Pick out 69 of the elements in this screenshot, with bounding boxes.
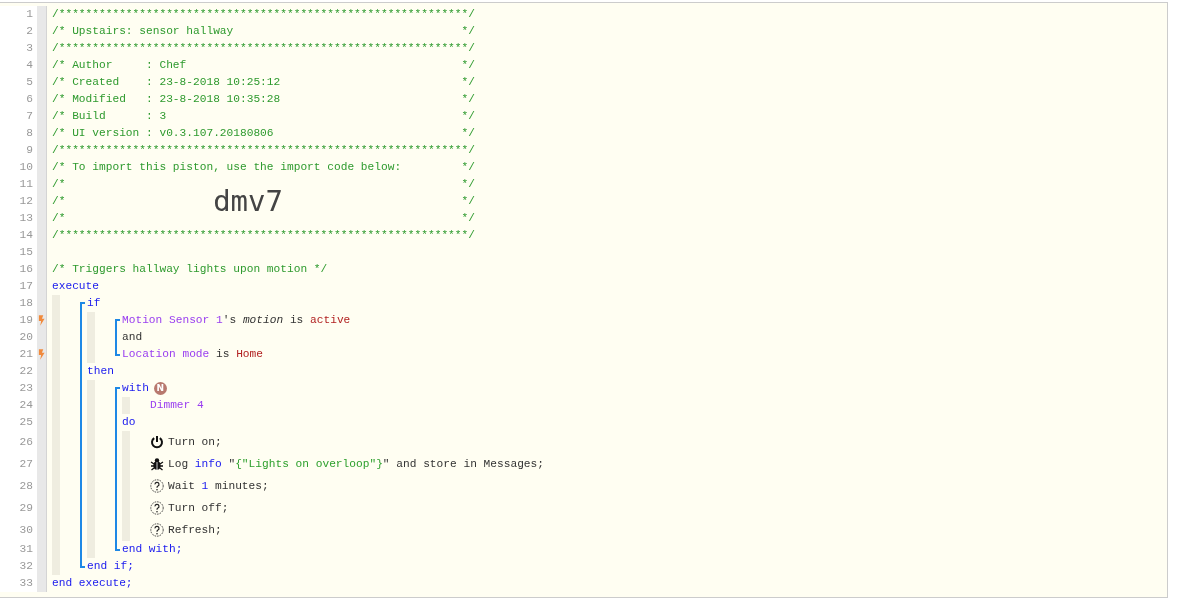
code-text: then: [87, 364, 114, 380]
code-text: end with;: [122, 542, 183, 558]
line-number: 13: [0, 210, 37, 227]
code-text: end if;: [87, 559, 134, 575]
line-number: 32: [0, 558, 37, 575]
code-text: /* Upstairs: sensor hallway */: [52, 24, 475, 40]
bug-icon: [150, 457, 164, 471]
line-number: 28: [0, 475, 37, 497]
code-text: Log info "{"Lights on overloop"}" and store in Messages;: [168, 456, 544, 472]
line-number: 10: [0, 159, 37, 176]
line-number: 8: [0, 125, 37, 142]
help-icon: [150, 479, 164, 493]
code-text: /* Build : 3 */: [52, 109, 475, 125]
line-number: 27: [0, 453, 37, 475]
line-number: 22: [0, 363, 37, 380]
code-text: Turn on;: [168, 434, 222, 450]
line-number: 26: [0, 431, 37, 453]
code-text: /* Modified : 23-8-2018 10:35:28 */: [52, 92, 475, 108]
line-number: 24: [0, 397, 37, 414]
code-text: end execute;: [52, 576, 133, 592]
code-text: Location mode is Home: [122, 347, 263, 363]
code-text: /*************************************************************/: [52, 143, 475, 159]
line-number: 6: [0, 91, 37, 108]
line-number: 20: [0, 329, 37, 346]
code-text: and: [122, 330, 143, 346]
line-number: 14: [0, 227, 37, 244]
line-number: 3: [0, 40, 37, 57]
line-number: 31: [0, 541, 37, 558]
line-number: 23: [0, 380, 37, 397]
code-text: /* Author : Chef */: [52, 58, 475, 74]
line-number: 11: [0, 176, 37, 193]
line-number: 7: [0, 108, 37, 125]
line-number: 9: [0, 142, 37, 159]
help-icon: [150, 501, 164, 515]
code-text: /* Triggers hallway lights upon motion */: [52, 262, 328, 278]
line-number: 1: [0, 6, 37, 23]
code-text: Wait 1 minutes;: [168, 478, 269, 494]
code-text: execute: [52, 279, 99, 295]
line-number: 15: [0, 244, 37, 261]
line-number: 33: [0, 575, 37, 592]
code-text: /* UI version : v0.3.107.20180806 */: [52, 126, 475, 142]
line-number: 12: [0, 193, 37, 210]
line-number: 2: [0, 23, 37, 40]
code-text: do: [122, 415, 136, 431]
code-text: /*************************************************************/: [52, 41, 475, 57]
code-text: Motion Sensor 1's motion is active: [122, 313, 351, 329]
code-text: with: [122, 381, 149, 397]
power-icon: [150, 435, 164, 449]
line-number: 4: [0, 57, 37, 74]
line-number: 16: [0, 261, 37, 278]
code-text: /* To import this piston, use the import code below: */: [52, 160, 475, 176]
line-number: 21: [0, 346, 37, 363]
line-number: 30: [0, 519, 37, 541]
code-text: /*************************************************************/: [52, 7, 475, 23]
code-text: /* Created : 23-8-2018 10:25:12 */: [52, 75, 475, 91]
code-text: Turn off;: [168, 500, 229, 516]
help-icon: [150, 523, 164, 537]
code-text: /* */: [52, 211, 475, 227]
line-number: 17: [0, 278, 37, 295]
line-number: 19: [0, 312, 37, 329]
code-text: Refresh;: [168, 522, 222, 538]
line-number: 5: [0, 74, 37, 91]
code-text: /*************************************************************/: [52, 228, 475, 244]
line-number: 29: [0, 497, 37, 519]
line-number: 25: [0, 414, 37, 431]
code-text: if: [87, 296, 101, 312]
line-number: 18: [0, 295, 37, 312]
code-text: Dimmer 4: [150, 398, 204, 414]
badge: N: [153, 382, 167, 395]
